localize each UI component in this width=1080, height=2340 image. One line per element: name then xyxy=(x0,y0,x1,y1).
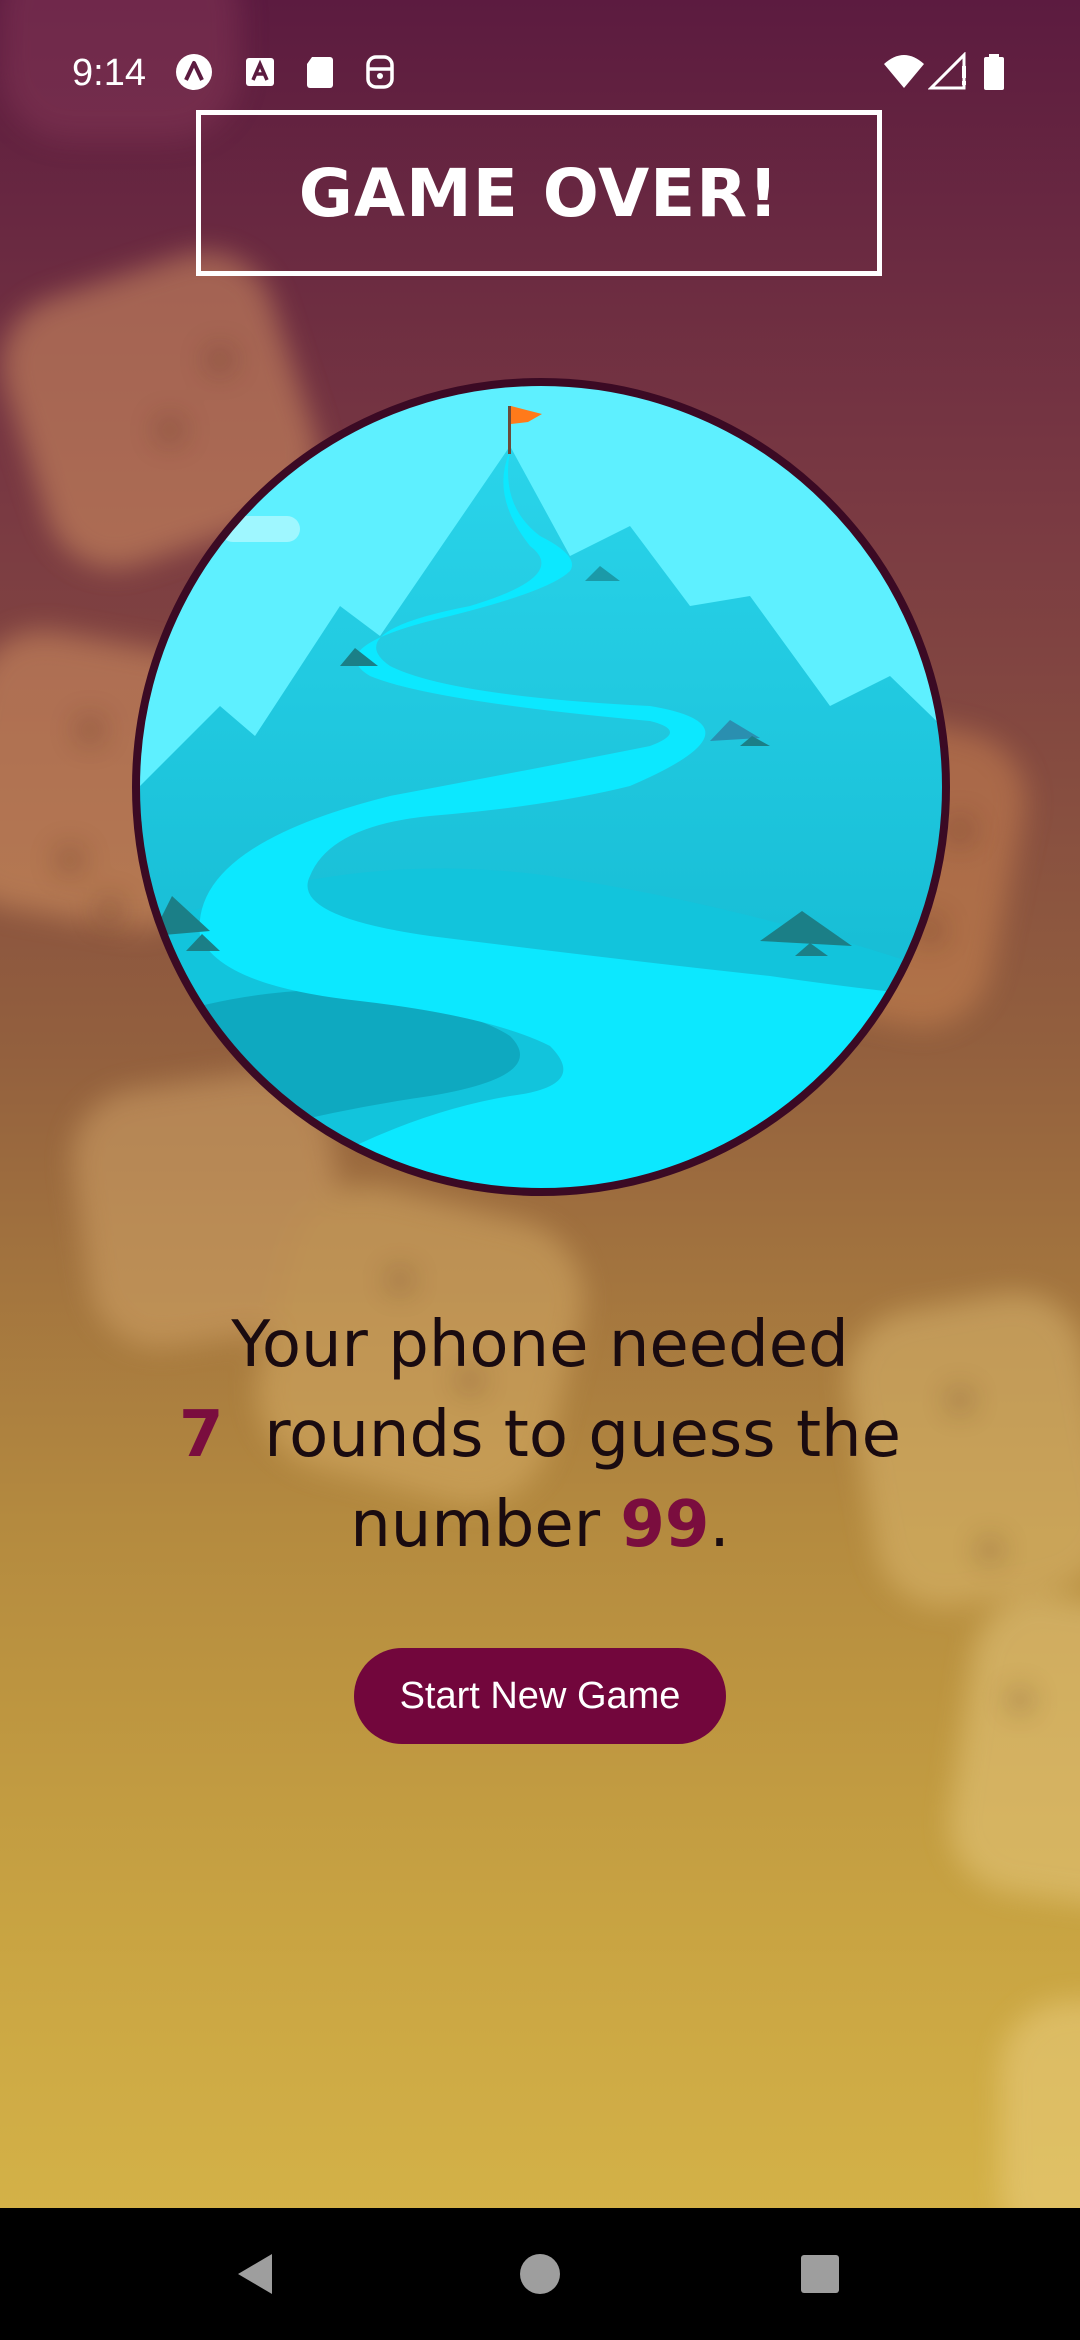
status-time: 9:14 xyxy=(72,52,146,94)
text-a-icon xyxy=(240,52,280,92)
recents-icon[interactable] xyxy=(780,2234,860,2314)
game-over-title: GAME OVER! xyxy=(298,154,780,232)
back-icon[interactable] xyxy=(216,2234,296,2314)
home-icon[interactable] xyxy=(500,2234,580,2314)
summary-part1: Your phone needed xyxy=(231,1308,849,1382)
target-number: 99 xyxy=(620,1488,710,1562)
signal-icon xyxy=(927,51,970,92)
summary-text: Your phone needed 7 rounds to guess the … xyxy=(120,1300,960,1570)
summary-part2: rounds to guess the number xyxy=(264,1398,901,1562)
title-box: GAME OVER! xyxy=(196,110,882,276)
summary-end: . xyxy=(709,1488,730,1562)
mountain-summit-illustration xyxy=(132,378,950,1196)
wifi-icon xyxy=(882,52,926,92)
start-new-game-button[interactable]: Start New Game xyxy=(354,1648,726,1744)
app-a-circle-icon xyxy=(174,52,214,92)
game-over-screen: 9:14 GAME OVER! Your phone needed 7 roun… xyxy=(0,0,1080,2340)
battery-icon xyxy=(980,52,1008,92)
sd-card-icon xyxy=(300,52,340,92)
accessibility-icon xyxy=(360,52,400,92)
rounds-count: 7 xyxy=(179,1398,224,1472)
navigation-bar xyxy=(0,2208,1080,2340)
